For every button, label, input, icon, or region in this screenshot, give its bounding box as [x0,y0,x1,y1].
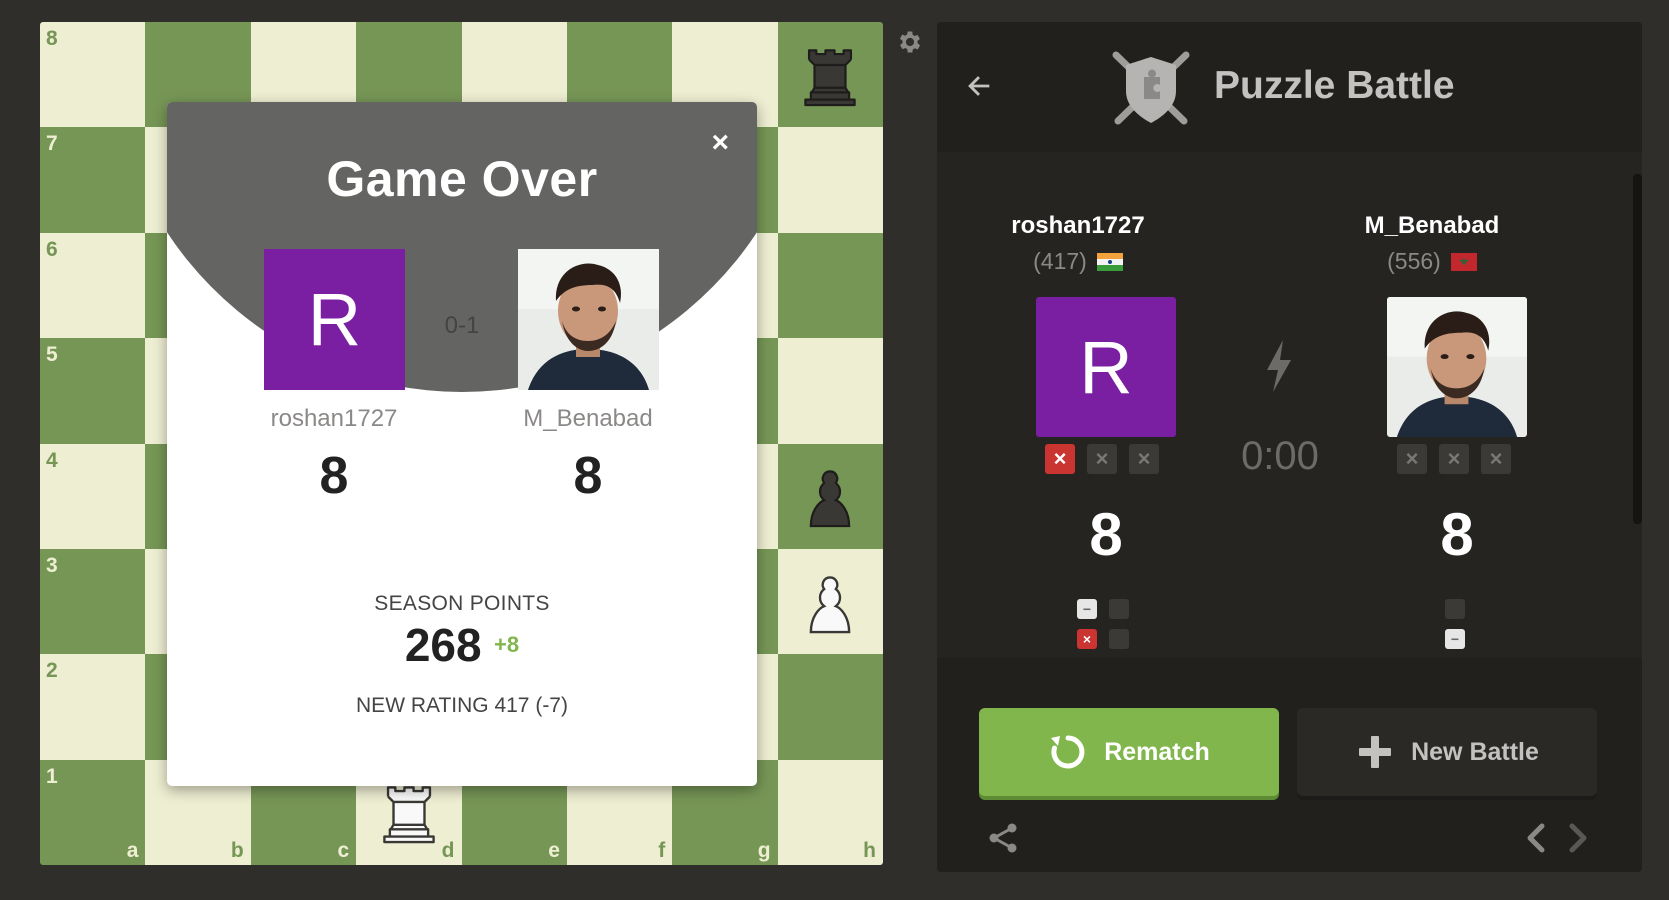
rating-text: (417) [1033,248,1087,274]
season-points-value: 268 [404,619,482,671]
new-rating-text: NEW RATING 417 (-7) [356,694,568,717]
settings-gear-icon[interactable] [896,28,924,56]
strike-icon: × [1087,444,1117,474]
file-label: b [230,839,244,862]
result-empty-icon [1109,629,1129,649]
modal-header-band [167,102,757,392]
morocco-flag-icon [1450,253,1477,271]
profile-photo-icon [518,249,659,390]
rematch-label: Rematch [1104,737,1210,766]
square-a7[interactable]: 7 [40,127,146,233]
scrollbar[interactable] [1633,174,1642,524]
new-battle-button[interactable]: New Battle [1297,708,1597,796]
square-a1[interactable]: 1a [40,759,146,865]
battle-player-name-left[interactable]: roshan1727 [937,212,1223,240]
game-over-modal: Game Over × R 0-1 roshan1727 M_Benabad 8… [167,102,757,786]
square-h2[interactable] [777,654,883,760]
result-empty-icon [1445,599,1465,619]
square-h5[interactable] [777,338,883,444]
square-a5[interactable]: 5 [40,338,146,444]
black-pawn-piece[interactable] [789,455,871,537]
strike-icon: × [1439,444,1469,474]
square-h3[interactable] [777,548,883,655]
result-empty-icon [1109,599,1129,619]
battle-avatar-right[interactable] [1387,297,1527,437]
player-points-right: 8 [573,447,603,505]
square-a3[interactable]: 3 [40,548,146,655]
modal-title: Game Over [326,151,598,207]
india-flag-icon [1096,253,1123,271]
square-h7[interactable] [777,127,883,233]
rank-label: 2 [46,659,58,683]
file-label: e [548,839,560,862]
file-label: f [658,839,666,862]
rating-text: (556) [1387,248,1441,274]
strike-icon: × [1045,444,1075,474]
square-h6[interactable] [777,232,883,339]
battle-player-rating-left: (417) [937,248,1223,275]
battle-score-left: 8 [1089,501,1123,568]
square-a6[interactable]: 6 [40,232,146,339]
back-arrow-icon[interactable] [961,69,995,103]
battle-avatar-left[interactable]: R [1036,297,1176,437]
result-skip-icon: − [1445,629,1465,649]
battle-timer: 0:00 [1241,434,1319,478]
plus-icon [1359,736,1392,768]
rank-label: 1 [46,764,58,788]
season-points-delta: +8 [494,632,520,657]
puzzle-battle-panel: Puzzle Battle roshan1727 (417) M_Benabad… [937,22,1642,872]
panel-header: Puzzle Battle [937,22,1642,152]
rematch-arrow-icon [1051,735,1085,769]
rematch-button[interactable]: Rematch [979,708,1279,796]
player-points-left: 8 [319,447,349,505]
strikes-right: × × × [1397,444,1511,474]
game-score: 0-1 [444,312,480,339]
file-label: a [126,839,139,862]
result-wrong-icon: × [1077,629,1097,649]
share-icon[interactable] [987,822,1019,854]
square-a8[interactable]: 8 [40,22,146,128]
file-label: c [337,839,350,862]
rank-label: 7 [46,132,58,156]
chevron-left-icon[interactable] [1522,822,1550,854]
rank-label: 4 [46,448,58,472]
player-name-left[interactable]: roshan1727 [214,405,454,433]
profile-photo-icon [1387,297,1527,437]
square-a4[interactable]: 4 [40,443,146,549]
puzzle-battle-shield-icon [1112,51,1190,125]
white-pawn-piece[interactable] [789,561,871,643]
square-h4[interactable] [777,443,883,549]
battle-score-right: 8 [1440,501,1474,568]
black-rook-piece[interactable] [789,34,871,116]
file-label: h [863,839,876,862]
strike-icon: × [1397,444,1427,474]
strike-icon: × [1481,444,1511,474]
player-name-right[interactable]: M_Benabad [468,405,708,433]
result-skip-icon: − [1077,599,1097,619]
avatar-roshan1727[interactable]: R [264,249,405,390]
rank-label: 5 [46,343,58,367]
square-h8[interactable] [777,22,883,128]
panel-title: Puzzle Battle [1214,64,1455,107]
lightning-bolt-icon [1267,340,1291,392]
season-points-row: 268 +8 [167,618,757,672]
square-h1[interactable]: h [777,759,883,865]
battle-player-rating-right: (556) [1287,248,1577,275]
strikes-left: × × × [1045,444,1159,474]
rank-label: 6 [46,237,58,261]
strike-icon: × [1129,444,1159,474]
season-points-label: SEASON POINTS [374,592,550,615]
file-label: g [757,839,771,862]
avatar-m-benabad[interactable] [518,249,659,390]
chevron-right-icon[interactable] [1564,822,1592,854]
new-battle-label: New Battle [1411,737,1539,766]
rank-label: 3 [46,553,58,577]
square-a2[interactable]: 2 [40,654,146,760]
rank-label: 8 [46,27,58,50]
close-icon[interactable]: × [711,128,729,158]
battle-player-name-right[interactable]: M_Benabad [1287,212,1577,240]
